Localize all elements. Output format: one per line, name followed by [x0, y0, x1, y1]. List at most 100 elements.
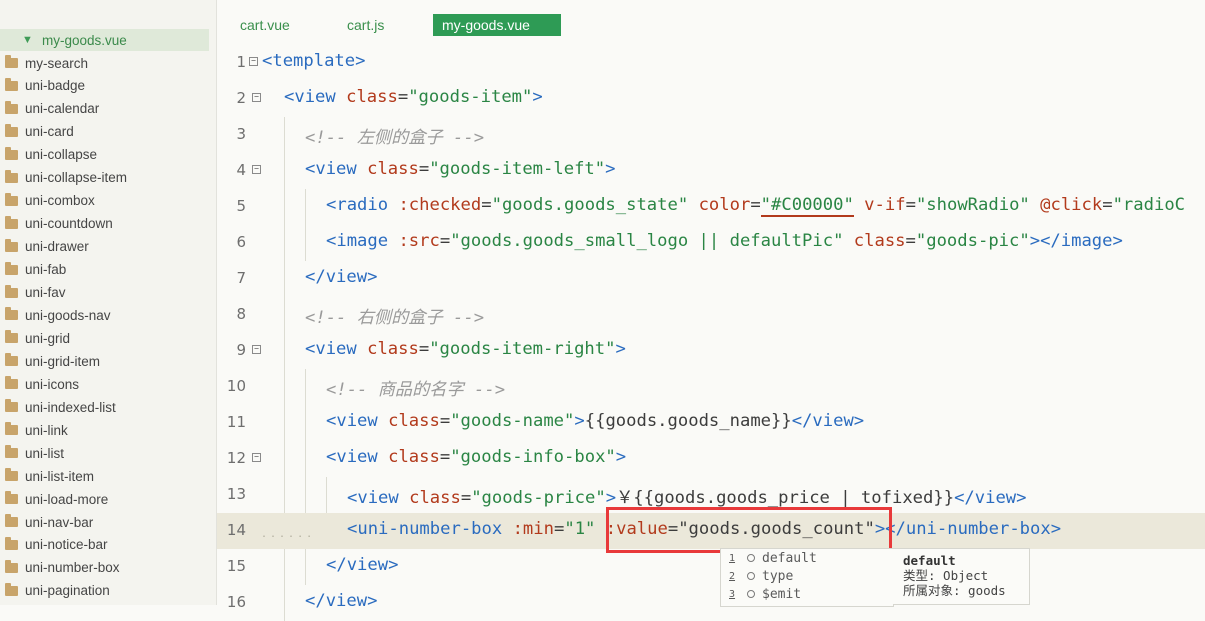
indent-guide — [284, 153, 285, 189]
tree-item-uni-goods-nav[interactable]: uni-goods-nav — [0, 304, 209, 326]
tree-item-uni-combox[interactable]: uni-combox — [0, 190, 209, 212]
fold-toggle-icon[interactable]: − — [252, 165, 261, 174]
tree-item-my-search[interactable]: my-search — [0, 52, 209, 74]
tree-item-uni-card[interactable]: uni-card — [0, 121, 209, 143]
tree-item-label: uni-grid-item — [25, 353, 101, 369]
code-token: > — [605, 488, 617, 508]
code-token: <view — [305, 339, 368, 359]
folder-icon — [5, 100, 18, 114]
tree-item-uni-collapse-item[interactable]: uni-collapse-item — [0, 167, 209, 189]
folder-icon — [5, 192, 18, 206]
code-token: = — [418, 339, 430, 359]
code-token: <template> — [262, 51, 366, 71]
tree-item-my-goods-vue[interactable]: ▼ my-goods.vue — [0, 29, 209, 51]
code-token: = — [439, 411, 451, 431]
indent-whitespace-marker: ...... — [261, 529, 316, 540]
fold-toggle-icon[interactable]: − — [252, 453, 261, 462]
code-token: :min — [512, 519, 554, 539]
tab-cart-js[interactable]: cart.js — [338, 14, 393, 36]
indent-guide — [284, 369, 285, 405]
folder-icon — [5, 445, 18, 459]
code-token: "goods-info-box" — [450, 447, 616, 467]
code-token: </view> — [954, 488, 1027, 508]
tree-item-uni-link[interactable]: uni-link — [0, 419, 209, 441]
code-token: <view — [326, 447, 389, 467]
tree-item-uni-icons[interactable]: uni-icons — [0, 373, 209, 395]
indent-guide — [284, 405, 285, 441]
code-token: > — [574, 411, 585, 431]
code-token: class — [409, 488, 461, 508]
autocomplete-item[interactable]: 1 default — [721, 549, 893, 567]
indent-guide — [284, 297, 285, 333]
code-token: > — [615, 447, 627, 467]
fold-toggle-icon[interactable]: − — [252, 345, 261, 354]
tree-item-uni-collapse[interactable]: uni-collapse — [0, 144, 209, 166]
line-number: 5 — [236, 197, 246, 215]
indent-guide — [326, 477, 327, 513]
code-token: </view> — [326, 555, 399, 575]
tree-item-label: uni-icons — [25, 376, 80, 392]
tree-item-uni-pagination[interactable]: uni-pagination — [0, 580, 209, 602]
folder-icon — [5, 514, 18, 527]
folder-icon — [5, 399, 18, 413]
folder-icon — [5, 169, 18, 183]
line-number: 1 — [236, 53, 246, 71]
tree-item-label: uni-grid — [25, 330, 71, 346]
code-token: = — [905, 231, 916, 251]
tree-item-label: uni-notice-bar — [25, 537, 108, 553]
code-token: ￥{{goods.goods_price | tofixed}} — [616, 488, 955, 508]
tree-item-label: uni-pagination — [25, 583, 110, 599]
tree-item-uni-number-box[interactable]: uni-number-box — [0, 557, 209, 579]
indent-guide — [305, 225, 306, 261]
code-token: = — [460, 488, 472, 508]
tab-my-goods-vue[interactable]: my-goods.vue — [433, 14, 561, 36]
autocomplete-item-label: type — [762, 568, 794, 584]
tree-item-uni-indexed-list[interactable]: uni-indexed-list — [0, 396, 209, 418]
line-number: 3 — [236, 125, 246, 143]
tree-item-uni-grid-item[interactable]: uni-grid-item — [0, 350, 209, 372]
line-number: 7 — [236, 269, 246, 287]
indent-guide — [284, 189, 285, 225]
autocomplete-item[interactable]: 2 type — [721, 567, 893, 585]
code-token: class — [367, 339, 419, 359]
tab-cart-vue[interactable]: cart.vue — [231, 14, 299, 36]
property-icon — [747, 572, 755, 580]
code-token: <view — [347, 488, 410, 508]
code-token: :checked — [398, 195, 482, 215]
folder-icon — [5, 146, 18, 160]
code-line: 11 <view class="goods-name">{{goods.good… — [217, 405, 1205, 441]
tree-item-uni-fab[interactable]: uni-fab — [0, 259, 209, 281]
tree-item-uni-calendar[interactable]: uni-calendar — [0, 98, 209, 120]
tree-item-label: uni-list — [25, 445, 65, 461]
tree-item-uni-load-more[interactable]: uni-load-more — [0, 488, 209, 510]
code-token: class — [388, 447, 440, 467]
code-token: = — [750, 195, 761, 215]
code-line: 2 − <view class="goods-item"> — [217, 81, 1205, 117]
code-token: class — [388, 411, 440, 431]
code-line: 9 − <view class="goods-item-right"> — [217, 333, 1205, 369]
tree-item-label: uni-number-box — [25, 560, 120, 576]
tree-item-uni-countdown[interactable]: uni-countdown — [0, 213, 209, 235]
autocomplete-item[interactable]: 3 $emit — [721, 585, 893, 603]
code-token: = — [481, 195, 492, 215]
detail-type: 类型: Object — [903, 568, 989, 583]
autocomplete-list[interactable]: 1 default 2 type 3 $emit — [720, 548, 894, 607]
tree-item-label: uni-goods-nav — [25, 307, 111, 323]
code-line: 4 − <view class="goods-item-left"> — [217, 153, 1205, 189]
tree-item-uni-grid[interactable]: uni-grid — [0, 327, 209, 349]
tree-item-uni-list-item[interactable]: uni-list-item — [0, 465, 209, 487]
line-number: 2 — [236, 89, 246, 107]
fold-toggle-icon[interactable]: − — [252, 93, 261, 102]
code-line: 1 − <template> — [217, 45, 1205, 81]
tree-item-label: uni-list-item — [25, 468, 95, 484]
tree-item-label: my-search — [25, 55, 89, 71]
code-token: "goods-pic" — [915, 231, 1030, 251]
fold-toggle-icon[interactable]: − — [249, 57, 258, 66]
tree-item-uni-notice-bar[interactable]: uni-notice-bar — [0, 534, 209, 556]
tree-item-uni-nav-bar[interactable]: uni-nav-bar — [0, 511, 209, 533]
tree-item-uni-badge[interactable]: uni-badge — [0, 75, 209, 97]
chevron-down-icon[interactable]: ▼ — [22, 34, 36, 46]
tree-item-uni-list[interactable]: uni-list — [0, 442, 209, 464]
tree-item-uni-fav[interactable]: uni-fav — [0, 282, 209, 304]
tree-item-uni-drawer[interactable]: uni-drawer — [0, 236, 209, 258]
